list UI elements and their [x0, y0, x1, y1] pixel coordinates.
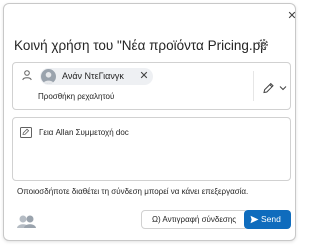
recipient-chip[interactable]: Ανάν ΝτεΓιανγκ ✕: [40, 68, 153, 85]
chevron-down-icon: [279, 86, 287, 91]
remove-recipient-button[interactable]: ✕: [138, 70, 150, 83]
recipients-field[interactable]: Ανάν ΝτεΓιανγκ ✕ Προσθήκη ρεχαλητού: [12, 62, 291, 110]
divider: [253, 71, 254, 101]
link-permission-info: Οποιοσδήποτε διαθέτει τη σύνδεση μπορεί …: [17, 187, 249, 196]
dialog-title: Κοινή χρήση του "Νέα προϊόντα Pricing.pp…: [14, 38, 266, 53]
recipient-name: Ανάν ΝτεΓιανγκ: [62, 71, 124, 81]
send-label: Send: [261, 214, 281, 224]
avatar: [41, 69, 56, 84]
send-icon: [250, 215, 259, 224]
pencil-icon: [263, 82, 274, 94]
message-icon: [20, 127, 32, 138]
people-icon: [17, 215, 36, 228]
permissions-button[interactable]: [261, 80, 289, 96]
share-dialog: ✕ Κοινή χρήση του "Νέα προϊόντα Pricing.…: [3, 3, 298, 241]
person-icon: [22, 70, 32, 81]
send-button[interactable]: Send: [244, 210, 291, 229]
message-text: Γεια Allan Συμμετοχή doc: [39, 128, 129, 137]
copy-link-button[interactable]: Ω) Αντιγραφή σύνδεσης: [141, 210, 248, 229]
close-button[interactable]: ✕: [286, 10, 298, 22]
gear-icon: [258, 39, 268, 49]
message-field[interactable]: Γεια Allan Συμμετοχή doc: [12, 117, 291, 181]
add-recipient-link[interactable]: Προσθήκη ρεχαλητού: [38, 92, 114, 101]
people-with-access-button[interactable]: [16, 214, 38, 228]
close-icon: ✕: [287, 10, 297, 22]
settings-button[interactable]: [256, 37, 270, 51]
